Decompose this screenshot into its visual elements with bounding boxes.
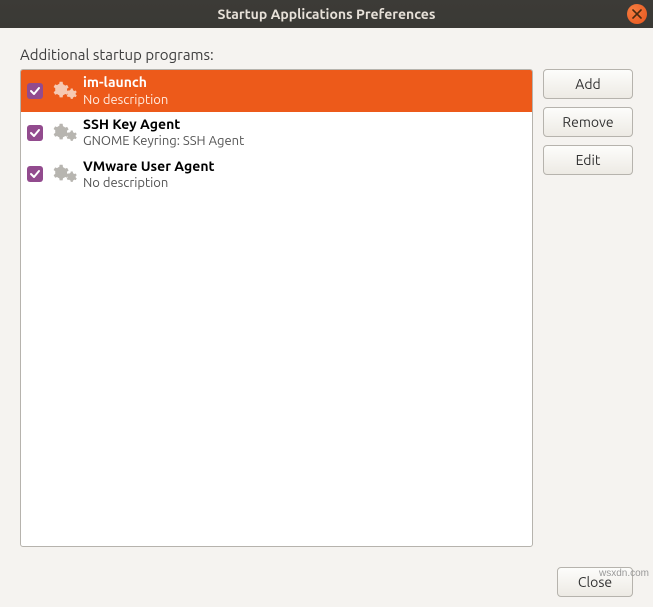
list-label: Additional startup programs: <box>20 46 633 63</box>
item-name: im-launch <box>83 74 168 92</box>
checkbox[interactable] <box>27 83 43 99</box>
list-item[interactable]: im-launchNo description <box>21 70 532 112</box>
checkbox[interactable] <box>27 125 43 141</box>
item-description: GNOME Keyring: SSH Agent <box>83 133 244 149</box>
add-button[interactable]: Add <box>543 69 633 99</box>
gears-icon <box>49 162 77 186</box>
remove-button[interactable]: Remove <box>543 107 633 137</box>
check-icon <box>29 168 41 180</box>
list-item[interactable]: SSH Key AgentGNOME Keyring: SSH Agent <box>21 112 532 154</box>
content-area: Additional startup programs: im-launchNo… <box>0 28 653 557</box>
window-close-button[interactable] <box>627 4 647 24</box>
item-name: SSH Key Agent <box>83 116 244 134</box>
button-column: Add Remove Edit <box>543 69 633 547</box>
footer: Close <box>0 557 653 607</box>
gears-icon <box>49 79 77 103</box>
window-title: Startup Applications Preferences <box>218 6 436 22</box>
watermark: wsxdn.com <box>599 568 649 579</box>
gears-icon <box>49 121 77 145</box>
item-text: SSH Key AgentGNOME Keyring: SSH Agent <box>83 116 244 150</box>
checkbox[interactable] <box>27 166 43 182</box>
check-icon <box>29 85 41 97</box>
item-text: im-launchNo description <box>83 74 168 108</box>
item-description: No description <box>83 92 168 108</box>
list-item[interactable]: VMware User AgentNo description <box>21 154 532 196</box>
startup-programs-list[interactable]: im-launchNo descriptionSSH Key AgentGNOM… <box>20 69 533 547</box>
item-name: VMware User Agent <box>83 158 215 176</box>
check-icon <box>29 127 41 139</box>
titlebar: Startup Applications Preferences <box>0 0 653 28</box>
close-icon <box>632 9 642 19</box>
main-row: im-launchNo descriptionSSH Key AgentGNOM… <box>20 69 633 547</box>
item-description: No description <box>83 175 215 191</box>
edit-button[interactable]: Edit <box>543 145 633 175</box>
item-text: VMware User AgentNo description <box>83 158 215 192</box>
